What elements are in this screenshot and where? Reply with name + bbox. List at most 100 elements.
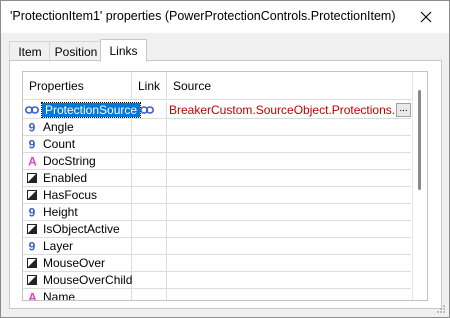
table-row[interactable]: 9 Layer	[23, 238, 411, 255]
property-name: Count	[43, 137, 76, 151]
property-cell[interactable]: MouseOver	[23, 255, 132, 272]
boolean-type-icon	[23, 272, 41, 289]
link-cell[interactable]	[132, 204, 167, 221]
source-cell[interactable]	[167, 187, 411, 204]
string-type-icon: A	[23, 153, 41, 170]
tab-position[interactable]: Position	[49, 41, 103, 61]
property-name: Layer	[43, 239, 74, 253]
source-cell[interactable]	[167, 221, 411, 238]
close-icon	[420, 11, 432, 23]
table-row[interactable]: 9 Count	[23, 136, 411, 153]
property-cell[interactable]: 9 Layer	[23, 238, 132, 255]
tab-label: Position	[54, 44, 98, 59]
table-row[interactable]: MouseOver	[23, 255, 411, 272]
column-header-link[interactable]: Link	[132, 72, 167, 100]
property-name: Angle	[43, 120, 74, 134]
svg-text:A: A	[28, 291, 37, 301]
source-cell[interactable]	[167, 255, 411, 272]
property-name: MouseOver	[43, 256, 106, 270]
scrollbar-thumb[interactable]	[418, 90, 421, 190]
column-header-source[interactable]: Source	[167, 72, 412, 100]
link-cell[interactable]	[132, 102, 167, 119]
property-cell[interactable]: 9 Count	[23, 136, 132, 153]
source-cell[interactable]	[167, 119, 411, 136]
boolean-type-icon	[23, 221, 41, 238]
property-name: ProtectionSource	[40, 102, 142, 118]
boolean-type-icon	[23, 170, 41, 187]
link-cell[interactable]	[132, 255, 167, 272]
property-name: MouseOverChild	[43, 273, 133, 287]
source-value: BreakerCustom.SourceObject.Protections.[…	[169, 103, 411, 117]
table-row[interactable]: A Name	[23, 289, 411, 301]
link-cell[interactable]	[132, 221, 167, 238]
link-cell[interactable]	[132, 170, 167, 187]
table-row[interactable]: HasFocus	[23, 187, 411, 204]
table-row[interactable]: ProtectionSource BreakerCustom.SourceObje…	[23, 102, 411, 119]
numeric-type-icon: 9	[23, 204, 41, 221]
source-cell[interactable]	[167, 170, 411, 187]
property-cell[interactable]: A Name	[23, 289, 132, 301]
browse-source-button[interactable]: ...	[396, 103, 411, 117]
numeric-type-icon: 9	[23, 136, 41, 153]
numeric-type-icon: 9	[23, 119, 41, 136]
vertical-scrollbar[interactable]	[412, 72, 427, 300]
link-cell[interactable]	[132, 289, 167, 300]
property-cell[interactable]: ProtectionSource	[23, 102, 142, 119]
svg-text:9: 9	[29, 138, 36, 150]
properties-dialog: 'ProtectionItem1' properties (PowerProte…	[0, 0, 450, 318]
source-cell[interactable]	[167, 204, 411, 221]
column-header-label: Source	[173, 78, 212, 93]
column-header-label: Properties	[29, 78, 84, 93]
property-name: Height	[43, 205, 78, 219]
property-cell[interactable]: A DocString	[23, 153, 132, 170]
window-title: 'ProtectionItem1' properties (PowerProte…	[10, 9, 396, 23]
table-row[interactable]: MouseOverChild	[23, 272, 411, 289]
tab-strip: Item Position Links	[9, 39, 441, 62]
property-cell[interactable]: Enabled	[23, 170, 132, 187]
source-cell[interactable]	[167, 272, 411, 289]
source-cell[interactable]	[167, 238, 411, 255]
property-cell[interactable]: MouseOverChild	[23, 272, 132, 289]
svg-text:9: 9	[29, 206, 36, 218]
table-row[interactable]: IsObjectActive	[23, 221, 411, 238]
tab-label: Item	[18, 44, 42, 59]
table-row[interactable]: Enabled	[23, 170, 411, 187]
source-cell[interactable]	[167, 289, 411, 300]
property-name: DocString	[43, 154, 96, 168]
string-type-icon: A	[23, 289, 41, 301]
title-bar[interactable]: 'ProtectionItem1' properties (PowerProte…	[1, 1, 449, 33]
column-header-properties[interactable]: Properties	[23, 72, 132, 100]
source-cell[interactable]: BreakerCustom.SourceObject.Protections.[…	[167, 102, 411, 119]
boolean-type-icon	[23, 255, 41, 272]
property-name: Enabled	[43, 171, 88, 185]
property-cell[interactable]: IsObjectActive	[23, 221, 132, 238]
property-cell[interactable]: 9 Angle	[23, 119, 132, 136]
property-name: HasFocus	[43, 188, 98, 202]
property-name: Name	[43, 290, 76, 301]
link-icon	[140, 105, 154, 115]
svg-text:A: A	[28, 155, 37, 167]
boolean-type-icon	[23, 187, 41, 204]
link-cell[interactable]	[132, 272, 167, 289]
link-cell[interactable]	[132, 238, 167, 255]
property-name: IsObjectActive	[43, 222, 120, 236]
table-row[interactable]: A DocString	[23, 153, 411, 170]
link-cell[interactable]	[132, 153, 167, 170]
table-row[interactable]: 9 Height	[23, 204, 411, 221]
links-panel: Properties Link Source ProtectionSource B…	[9, 60, 442, 309]
property-cell[interactable]: 9 Height	[23, 204, 132, 221]
tab-links[interactable]: Links	[100, 39, 147, 62]
tab-label: Links	[109, 44, 138, 58]
source-cell[interactable]	[167, 136, 411, 153]
table-row[interactable]: 9 Angle	[23, 119, 411, 136]
property-cell[interactable]: HasFocus	[23, 187, 132, 204]
resize-grip-icon[interactable]	[436, 304, 446, 314]
link-cell[interactable]	[132, 136, 167, 153]
property-grid: Properties Link Source ProtectionSource B…	[22, 71, 428, 301]
source-cell[interactable]	[167, 153, 411, 170]
link-cell[interactable]	[132, 187, 167, 204]
tab-item[interactable]: Item	[9, 41, 51, 61]
link-cell[interactable]	[132, 119, 167, 136]
svg-text:9: 9	[29, 240, 36, 252]
close-button[interactable]	[403, 1, 449, 33]
